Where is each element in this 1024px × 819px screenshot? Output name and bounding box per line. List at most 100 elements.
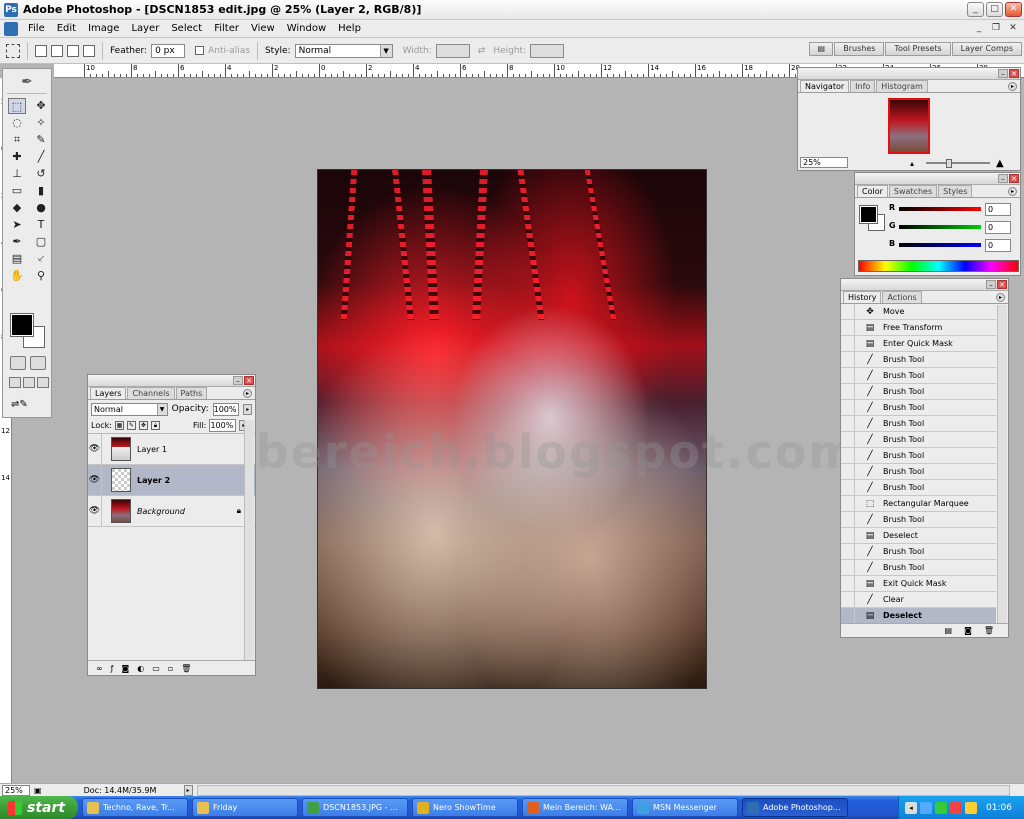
history-state[interactable]: ╱ Brush Tool (841, 367, 996, 384)
tab-actions[interactable]: Actions (882, 291, 922, 303)
taskbar-item[interactable]: Nero ShowTime (412, 798, 518, 817)
marquee-preset-icon[interactable] (6, 43, 20, 58)
history-source-checkbox[interactable] (841, 335, 855, 352)
red-slider[interactable] (899, 207, 981, 211)
close-palette-button[interactable]: ✕ (1009, 174, 1019, 183)
history-source-checkbox[interactable] (841, 415, 855, 432)
history-source-checkbox[interactable] (841, 607, 855, 624)
history-state[interactable]: ╱ Brush Tool (841, 431, 996, 448)
palette-header[interactable]: – ✕ (855, 173, 1020, 185)
antialias-checkbox[interactable] (195, 46, 205, 55)
history-scrollbar[interactable] (997, 305, 1007, 623)
new-snapshot-icon[interactable]: ◙ (964, 624, 972, 637)
path-select-icon[interactable]: ➤ (8, 217, 26, 233)
history-state[interactable]: ▤ Free Transform (841, 319, 996, 336)
palette-menu-icon[interactable]: ▸ (1008, 187, 1017, 196)
well-tab-brushes[interactable]: Brushes (834, 42, 885, 56)
green-slider[interactable] (899, 225, 981, 229)
eye-icon[interactable]: 👁︎ (88, 495, 102, 527)
zoom-tool-icon[interactable]: ⚲ (32, 268, 50, 284)
menu-file[interactable]: File (22, 23, 51, 34)
doc-minimize-button[interactable]: _ (972, 22, 986, 35)
taskbar-item[interactable]: Techno, Rave, Tr... (82, 798, 188, 817)
add-selection-icon[interactable] (51, 44, 63, 57)
layer-style-icon[interactable]: ƒ (111, 664, 114, 673)
brush-tool-icon[interactable]: ╱ (32, 149, 50, 165)
history-state[interactable]: ╱ Brush Tool (841, 543, 996, 560)
history-state[interactable]: ╱ Brush Tool (841, 479, 996, 496)
feather-logo-icon[interactable]: ✒ (7, 74, 47, 94)
navigator-zoom-knob[interactable] (946, 159, 952, 168)
tab-history[interactable]: History (843, 291, 882, 303)
lasso-tool-icon[interactable]: ◌ (8, 115, 26, 131)
collapse-button[interactable]: – (998, 69, 1008, 78)
taskbar-item[interactable]: Adobe Photoshop... (742, 798, 848, 817)
menu-view[interactable]: View (245, 23, 281, 34)
status-preview-icon[interactable]: ▣ (34, 786, 42, 795)
history-state[interactable]: ╱ Brush Tool (841, 463, 996, 480)
new-layer-icon[interactable]: ▫ (168, 664, 173, 673)
hand-tool-icon[interactable]: ✋ (8, 268, 26, 284)
tab-channels[interactable]: Channels (127, 387, 175, 399)
history-state[interactable]: ▤ Enter Quick Mask (841, 335, 996, 352)
history-state[interactable]: ╱ Brush Tool (841, 399, 996, 416)
collapse-button[interactable]: – (986, 280, 996, 289)
eraser-tool-icon[interactable]: ▭ (8, 183, 26, 199)
history-source-checkbox[interactable] (841, 399, 855, 416)
blur-tool-icon[interactable]: ◆ (8, 200, 26, 216)
standard-mode-icon[interactable] (10, 356, 26, 370)
lock-all-icon[interactable]: 🔒︎ (150, 421, 160, 430)
feather-input[interactable]: 0 px (151, 43, 186, 58)
photoshop-app-icon[interactable]: Ps (4, 2, 18, 17)
eye-icon[interactable]: 👁︎ (88, 464, 102, 496)
move-tool-icon[interactable]: ✥ (32, 98, 50, 114)
history-state[interactable]: ╱ Brush Tool (841, 351, 996, 368)
tray-arrow-icon[interactable]: ◂ (905, 801, 917, 814)
history-state[interactable]: ⬚ Rectangular Marquee (841, 495, 996, 512)
history-source-checkbox[interactable] (841, 559, 855, 576)
history-state[interactable]: ╱ Brush Tool (841, 447, 996, 464)
marquee-tool-icon[interactable]: ⬚ (8, 98, 26, 114)
eyedropper-icon[interactable]: ⸔ (32, 251, 50, 267)
history-source-checkbox[interactable] (841, 463, 855, 480)
type-tool-icon[interactable]: T (32, 217, 50, 233)
new-group-icon[interactable]: ▭ (152, 664, 160, 673)
navigator-preview[interactable] (888, 98, 930, 154)
pen-tool-icon[interactable]: ✒ (8, 234, 26, 250)
close-button[interactable]: ✕ (1005, 2, 1022, 17)
history-state[interactable]: ╱ Brush Tool (841, 511, 996, 528)
doc-restore-button[interactable]: ❐ (989, 22, 1003, 35)
tab-color[interactable]: Color (857, 185, 888, 197)
status-zoom-input[interactable]: 25% (2, 784, 30, 796)
history-state[interactable]: ╱ Brush Tool (841, 415, 996, 432)
color-foreground-swatch[interactable] (859, 205, 878, 224)
history-source-checkbox[interactable] (841, 319, 855, 336)
minimize-button[interactable]: _ (967, 2, 984, 17)
history-source-checkbox[interactable] (841, 447, 855, 464)
tray-network-icon[interactable] (920, 801, 932, 814)
well-tab-layer-comps[interactable]: Layer Comps (951, 42, 1022, 56)
collapse-button[interactable]: – (998, 174, 1008, 183)
slice-tool-icon[interactable]: ✎ (32, 132, 50, 148)
palette-menu-icon[interactable]: ▸ (996, 293, 1005, 302)
history-state[interactable]: ▤ Deselect (841, 527, 996, 544)
menu-image[interactable]: Image (82, 23, 125, 34)
opacity-slider-arrow-icon[interactable]: ▸ (243, 403, 252, 415)
clone-stamp-icon[interactable]: ⊥ (8, 166, 26, 182)
history-source-checkbox[interactable] (841, 527, 855, 544)
menu-filter[interactable]: Filter (208, 23, 245, 34)
navigator-zoom-slider[interactable] (926, 162, 990, 164)
jump-to-imageready-icon[interactable]: ⇌✎ (11, 399, 43, 413)
blue-slider[interactable] (899, 243, 981, 247)
well-tab-tool-presets[interactable]: Tool Presets (885, 42, 951, 56)
close-palette-button[interactable]: ✕ (1009, 69, 1019, 78)
history-source-checkbox[interactable] (841, 543, 855, 560)
menu-window[interactable]: Window (281, 23, 332, 34)
palette-menu-icon[interactable]: ▸ (243, 389, 252, 398)
close-palette-button[interactable]: ✕ (244, 376, 254, 385)
taskbar-item[interactable]: MSN Messenger (632, 798, 738, 817)
crop-tool-icon[interactable]: ⌗ (8, 132, 26, 148)
start-button[interactable]: start (0, 796, 78, 819)
palette-header[interactable]: – ✕ (841, 279, 1008, 291)
history-source-checkbox[interactable] (841, 367, 855, 384)
